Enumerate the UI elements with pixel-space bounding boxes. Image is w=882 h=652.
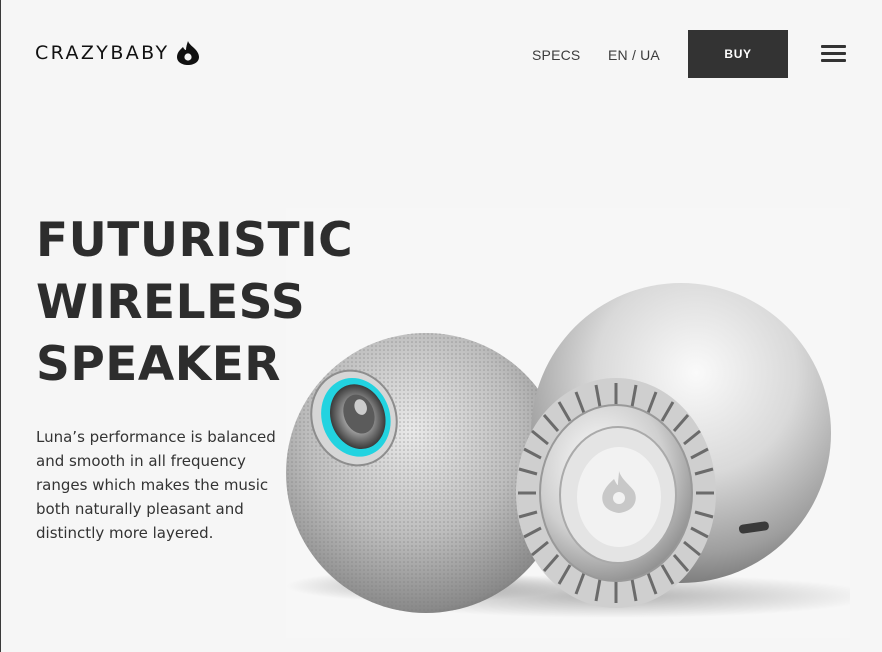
language-switcher[interactable]: EN / UA — [608, 47, 660, 63]
hero-headline: FUTURISTIC WIRELESS SPEAKER — [36, 210, 353, 396]
site-header: CRAZYBABY SPECS EN / UA BUY — [1, 0, 882, 110]
brand-logo[interactable]: CRAZYBABY — [35, 40, 200, 66]
drop-eye-icon — [176, 40, 200, 66]
brand-name: CRAZYBABY — [35, 42, 170, 64]
headline-line: SPEAKER — [36, 337, 281, 392]
hero-description: Luna’s performance is balanced and smoot… — [36, 428, 276, 542]
buy-button[interactable]: BUY — [688, 30, 788, 78]
hamburger-menu-icon[interactable] — [821, 44, 847, 64]
headline-line: WIRELESS — [36, 275, 306, 330]
nav-specs-link[interactable]: SPECS — [532, 47, 580, 63]
headline-line: FUTURISTIC — [36, 213, 354, 268]
speakers-hero-image — [286, 208, 876, 638]
